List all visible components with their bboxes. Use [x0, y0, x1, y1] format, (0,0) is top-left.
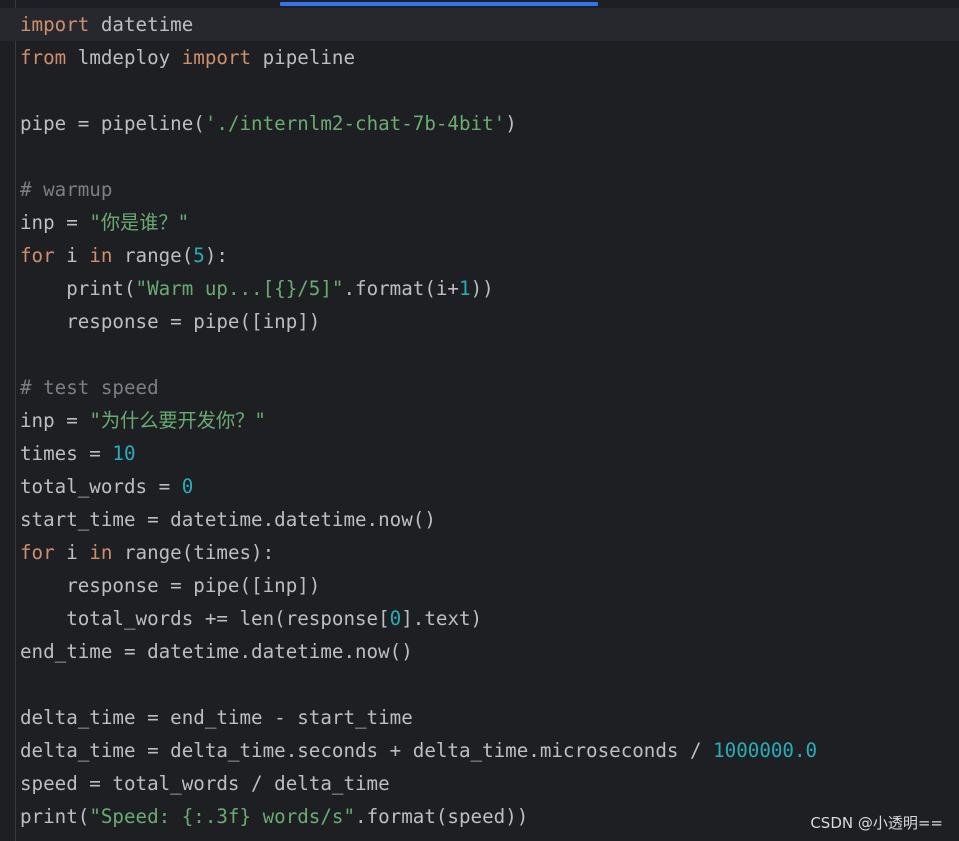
- code-line[interactable]: print("Warm up...[{}/5]".format(i+1)): [20, 272, 959, 305]
- code-token: import: [181, 46, 252, 69]
- code-line[interactable]: import datetime: [0, 8, 959, 41]
- code-token: 0: [181, 475, 194, 498]
- code-token: .format(speed)): [355, 805, 529, 828]
- code-token: i: [54, 244, 90, 267]
- code-token: range(: [112, 244, 194, 267]
- code-token: ): [505, 112, 517, 135]
- code-line[interactable]: delta_time = end_time - start_time: [20, 701, 959, 734]
- code-token: total_words += len(response[: [20, 607, 390, 630]
- code-token: for: [20, 541, 55, 564]
- code-token: inp =: [20, 409, 90, 432]
- code-token: import: [20, 13, 90, 36]
- code-token: "为什么要开发你？": [89, 409, 266, 432]
- code-line[interactable]: inp = "你是谁？": [20, 206, 959, 239]
- code-line[interactable]: delta_time = delta_time.seconds + delta_…: [20, 734, 959, 767]
- code-token: delta_time = end_time - start_time: [20, 706, 413, 729]
- code-token: './internlm2-chat-7b-4bit': [204, 112, 506, 135]
- gutter-divider: [15, 0, 16, 841]
- code-token: "Warm up...[{}/5]": [135, 277, 344, 300]
- code-token: )): [470, 277, 494, 300]
- code-token: 5: [193, 244, 205, 267]
- code-area[interactable]: import datetime from lmdeploy import pipe…: [0, 8, 959, 833]
- code-line[interactable]: [20, 668, 959, 701]
- code-token: "Speed: {:.3f} words/s": [89, 805, 356, 828]
- code-token: lmdeploy: [66, 46, 182, 69]
- code-line[interactable]: [20, 338, 959, 371]
- code-token: response = pipe([inp]): [20, 574, 321, 597]
- code-token: inp =: [20, 211, 90, 234]
- code-token: # test speed: [20, 376, 159, 399]
- code-editor[interactable]: import datetime from lmdeploy import pipe…: [0, 0, 959, 841]
- code-token: end_time = datetime.datetime.now(): [20, 640, 413, 663]
- code-token: response = pipe([inp]): [20, 310, 321, 333]
- code-token: 1000000.0: [713, 739, 818, 762]
- code-token: print(: [20, 805, 90, 828]
- code-line[interactable]: response = pipe([inp]): [20, 305, 959, 338]
- watermark: CSDN @小透明==: [810, 814, 943, 832]
- code-line[interactable]: # test speed: [20, 371, 959, 404]
- code-token: from: [20, 46, 67, 69]
- code-line[interactable]: speed = total_words / delta_time: [20, 767, 959, 800]
- code-token: ):: [204, 244, 228, 267]
- code-token: # warmup: [20, 178, 113, 201]
- code-token: in: [89, 244, 113, 267]
- code-token: total_words =: [20, 475, 182, 498]
- code-line[interactable]: response = pipe([inp]): [20, 569, 959, 602]
- tab-indicator-bar: [280, 2, 598, 6]
- code-token: 0: [389, 607, 402, 630]
- code-token: times =: [20, 442, 113, 465]
- code-token: 10: [112, 442, 136, 465]
- code-line[interactable]: # warmup: [20, 173, 959, 206]
- code-token: range(times):: [112, 541, 275, 564]
- code-token: in: [89, 541, 113, 564]
- code-line[interactable]: total_words = 0: [20, 470, 959, 503]
- code-token: i: [54, 541, 90, 564]
- code-line[interactable]: [20, 74, 959, 107]
- code-token: 1: [459, 277, 471, 300]
- code-token: ].text): [401, 607, 483, 630]
- code-token: print(: [20, 277, 136, 300]
- code-token: .format(i+: [343, 277, 459, 300]
- code-line[interactable]: times = 10: [20, 437, 959, 470]
- code-token: start_time = datetime.datetime.now(): [20, 508, 436, 531]
- code-line[interactable]: for i in range(5):: [20, 239, 959, 272]
- code-token: datetime: [89, 13, 194, 36]
- code-token: "你是谁？": [89, 211, 190, 234]
- code-token: pipe = pipeline(: [20, 112, 205, 135]
- code-line[interactable]: inp = "为什么要开发你？": [20, 404, 959, 437]
- code-line[interactable]: for i in range(times):: [20, 536, 959, 569]
- code-token: for: [20, 244, 55, 267]
- code-line[interactable]: pipe = pipeline('./internlm2-chat-7b-4bi…: [20, 107, 959, 140]
- code-line[interactable]: total_words += len(response[0].text): [20, 602, 959, 635]
- code-token: pipeline: [251, 46, 356, 69]
- code-line[interactable]: end_time = datetime.datetime.now(): [20, 635, 959, 668]
- code-line[interactable]: [20, 140, 959, 173]
- code-line[interactable]: from lmdeploy import pipeline: [20, 41, 959, 74]
- code-line[interactable]: start_time = datetime.datetime.now(): [20, 503, 959, 536]
- code-token: delta_time = delta_time.seconds + delta_…: [20, 739, 714, 762]
- code-token: speed = total_words / delta_time: [20, 772, 390, 795]
